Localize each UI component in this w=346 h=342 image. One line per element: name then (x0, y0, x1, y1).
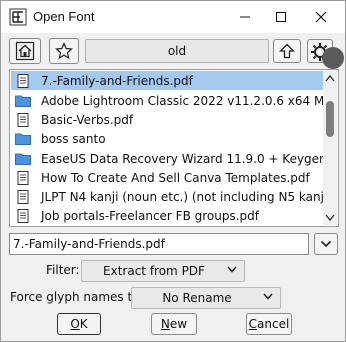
fontforge-app-icon (9, 8, 27, 26)
filename-history-button[interactable] (314, 233, 338, 255)
list-item[interactable]: 7.-Family-and-Friends.pdf (11, 71, 323, 90)
directory-dropdown[interactable]: old (85, 39, 269, 63)
filename-value: 7.-Family-and-Friends.pdf (13, 237, 165, 251)
directory-value: old (167, 44, 187, 58)
file-name: JLPT N4 kanji (noun etc.) (not including… (41, 189, 323, 204)
open-font-dialog: Open Font old 7.-Family-and-Friends.pdf … (0, 0, 346, 342)
scroll-up-arrow-icon[interactable] (325, 74, 335, 82)
file-name: Adobe Lightroom Classic 2022 v11.2.0.6 x… (41, 93, 323, 108)
ok-button[interactable]: OK (57, 313, 101, 335)
document-icon (11, 110, 35, 129)
file-name: Job portals-Freelancer FB groups.pdf (41, 208, 259, 223)
minimize-icon (240, 16, 250, 18)
chevron-down-icon (263, 293, 273, 300)
file-name: Basic-Verbs.pdf (41, 112, 134, 127)
chevron-down-icon (227, 266, 237, 273)
list-item[interactable]: Basic-Verbs.pdf (11, 110, 323, 129)
filter-dropdown[interactable]: Extract from PDF (81, 260, 245, 282)
scroll-down-arrow-icon[interactable] (325, 214, 335, 222)
document-icon (11, 71, 35, 90)
close-button[interactable] (301, 1, 341, 33)
new-label: New (160, 317, 188, 331)
file-list[interactable]: 7.-Family-and-Friends.pdf Adobe Lightroo… (9, 69, 339, 227)
new-button[interactable]: New (151, 313, 197, 335)
list-item[interactable]: How To Create And Sell Canva Templates.p… (11, 168, 323, 187)
filter-label: Filter: (46, 263, 80, 277)
minimize-button[interactable] (225, 1, 265, 33)
cancel-label: Cancel (248, 317, 290, 331)
home-button[interactable] (9, 38, 41, 64)
document-icon (11, 206, 35, 225)
maximize-button[interactable] (261, 1, 301, 33)
cancel-button[interactable]: Cancel (246, 313, 292, 335)
cursor-dot (322, 47, 344, 69)
star-icon (55, 42, 73, 60)
file-name: boss santo (41, 131, 106, 146)
parent-directory-button[interactable] (273, 39, 301, 63)
list-item[interactable]: boss santo (11, 129, 323, 148)
list-item[interactable]: EaseUS Data Recovery Wizard 11.9.0 + Key… (11, 149, 323, 168)
title-bar: Open Font (1, 1, 345, 33)
window-title: Open Font (33, 9, 95, 24)
up-arrow-icon (279, 43, 295, 59)
folder-icon (11, 91, 35, 110)
glyph-names-dropdown[interactable]: No Rename (131, 287, 281, 309)
list-item[interactable]: Job portals-Freelancer FB groups.pdf (11, 206, 323, 225)
folder-icon (11, 129, 35, 148)
vertical-scrollbar[interactable] (323, 71, 337, 225)
scrollbar-thumb[interactable] (326, 101, 334, 137)
ok-label: OK (70, 317, 88, 331)
list-item[interactable]: Adobe Lightroom Classic 2022 v11.2.0.6 x… (11, 91, 323, 110)
filter-value: Extract from PDF (103, 264, 205, 278)
list-item[interactable]: JLPT N4 kanji (noun etc.) (not including… (11, 187, 323, 206)
glyph-names-value: No Rename (162, 291, 232, 305)
document-icon (11, 187, 35, 206)
maximize-icon (276, 12, 286, 22)
file-name: EaseUS Data Recovery Wizard 11.9.0 + Key… (41, 151, 323, 166)
file-name: 7.-Family-and-Friends.pdf (41, 73, 193, 88)
chevron-down-icon (320, 240, 332, 248)
bookmark-button[interactable] (49, 38, 79, 64)
filename-input[interactable]: 7.-Family-and-Friends.pdf (9, 233, 309, 255)
home-icon (15, 41, 35, 61)
close-icon (315, 11, 327, 23)
glyph-names-label: Force glyph names to: (10, 290, 144, 304)
document-icon (11, 168, 35, 187)
file-name: How To Create And Sell Canva Templates.p… (41, 170, 310, 185)
folder-icon (11, 149, 35, 168)
